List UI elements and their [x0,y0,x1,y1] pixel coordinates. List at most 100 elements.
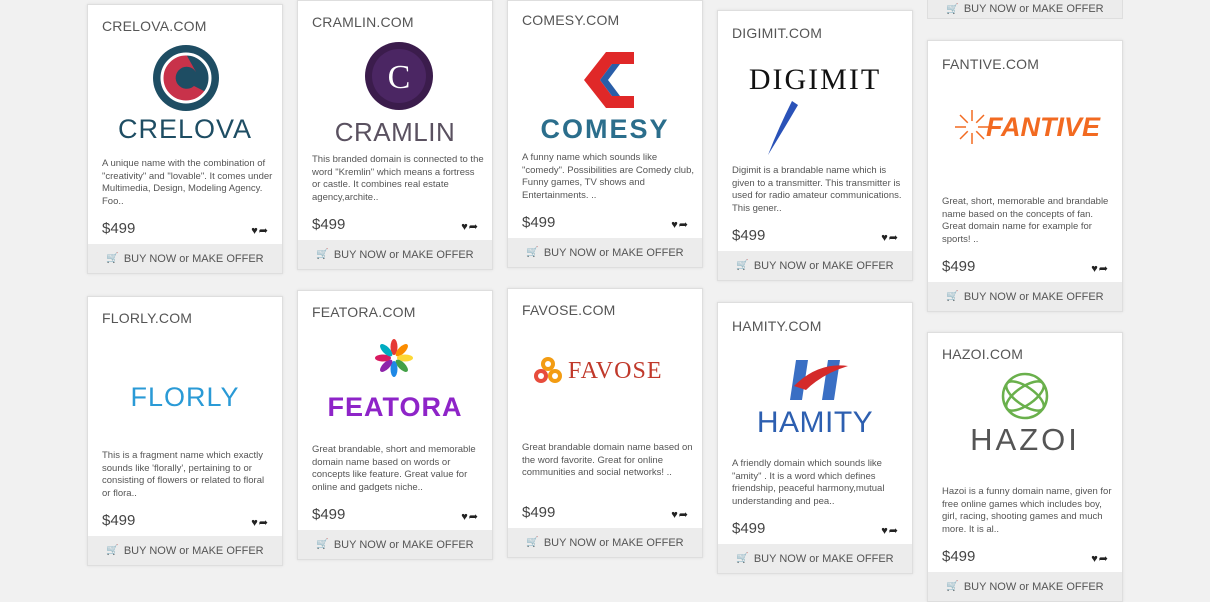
fantive-logo: FANTIVE [928,80,1122,190]
buy-button[interactable]: 🛒 BUY NOW or MAKE OFFER [508,528,702,557]
florly-logo: FLORLY [88,334,282,444]
cart-icon: 🛒 [106,253,119,264]
crelova-logo: CRELOVA [88,42,282,152]
featora-logo: FEATORA [298,328,492,438]
cart-icon: 🛒 [946,581,959,592]
price: $499 [732,227,766,244]
price: $499 [312,216,346,233]
domain-card-digimit[interactable]: DIGIMIT.COM DIGIMIT Digimit is a brandab… [717,10,913,281]
domain-title[interactable]: CRELOVA.COM [102,18,282,34]
cart-icon: 🛒 [526,247,539,258]
buy-button[interactable]: 🛒 BUY NOW or MAKE OFFER [928,572,1122,601]
heart-icon[interactable]: ♥ [1091,553,1098,565]
description: Great brandable, short and memorable dom… [312,444,476,493]
domain-card-florly[interactable]: FLORLY.COM FLORLY This is a fragment nam… [87,296,283,566]
buy-button[interactable]: 🛒 BUY NOW or MAKE OFFER [298,530,492,559]
heart-icon[interactable]: ♥ [251,225,258,237]
cart-icon: 🛒 [736,260,749,271]
domain-title[interactable]: HAZOI.COM [942,346,1122,362]
heart-icon[interactable]: ♥ [1091,263,1098,275]
buy-label: BUY NOW or MAKE OFFER [963,3,1104,15]
share-icon[interactable]: ➦ [889,525,898,537]
buy-label: BUY NOW or MAKE OFFER [123,544,264,557]
svg-text:C: C [388,59,411,96]
logo-text: HAMITY [756,406,874,439]
description: This is a fragment name which exactly so… [102,450,265,499]
heart-icon[interactable]: ♥ [461,221,468,233]
description: A friendly domain which sounds like "ami… [732,458,885,507]
domain-card-comesy[interactable]: COMESY.COM COMESY A funny name which sou… [507,0,703,268]
share-icon[interactable]: ➦ [679,219,688,231]
share-icon[interactable]: ➦ [469,221,478,233]
cart-icon: 🛒 [736,553,749,564]
heart-icon[interactable]: ♥ [881,525,888,537]
buy-label: BUY NOW or MAKE OFFER [963,580,1104,593]
domain-card-hazoi[interactable]: HAZOI.COM HAZOI Hazoi is a funny domain … [927,332,1123,602]
domain-title[interactable]: HAMITY.COM [732,318,912,334]
hamity-logo: HAMITY [718,342,912,452]
description: Digimit is a brandable name which is giv… [732,165,902,214]
heart-icon[interactable]: ♥ [671,509,678,521]
favose-logo: FAVOSE [508,326,702,436]
price: $499 [522,504,556,521]
heart-icon[interactable]: ♥ [461,511,468,523]
domain-card-cramlin[interactable]: CRAMLIN.COM C CRAMLIN This branded domai… [297,0,493,270]
cramlin-logo: C CRAMLIN [298,38,492,148]
buy-button[interactable]: 🛒 BUY NOW or MAKE OFFER [718,251,912,280]
buy-button[interactable]: 🛒 BUY NOW or MAKE OFFER [508,238,702,267]
cart-icon: 🛒 [946,3,959,15]
domain-card-crelova[interactable]: CRELOVA.COM CRELOVA A unique name with t… [87,4,283,274]
buy-label: BUY NOW or MAKE OFFER [753,259,894,272]
price: $499 [312,506,346,523]
domain-title[interactable]: FEATORA.COM [312,304,492,320]
domain-title[interactable]: FLORLY.COM [102,310,282,326]
share-icon[interactable]: ➦ [1099,263,1108,275]
buy-label: BUY NOW or MAKE OFFER [963,290,1104,303]
buy-button[interactable]: 🛒 BUY NOW or MAKE OFFER [298,240,492,269]
share-icon[interactable]: ➦ [259,517,268,529]
share-icon[interactable]: ➦ [469,511,478,523]
buy-button[interactable]: 🛒 BUY NOW or MAKE OFFER [88,536,282,565]
description: A unique name with the combination of "c… [102,158,273,207]
description: Hazoi is a funny domain name, given for … [942,486,1112,535]
share-icon[interactable]: ➦ [889,232,898,244]
cart-icon: 🛒 [106,545,119,556]
domain-title[interactable]: FANTIVE.COM [942,56,1122,72]
buy-label: BUY NOW or MAKE OFFER [753,552,894,565]
logo-text: FEATORA [327,392,463,422]
logo-text: CRELOVA [117,114,253,144]
cart-icon: 🛒 [316,249,329,260]
domain-title[interactable]: CRAMLIN.COM [312,14,492,30]
heart-icon[interactable]: ♥ [881,232,888,244]
comesy-logo: COMESY [508,36,702,146]
share-icon[interactable]: ➦ [1099,553,1108,565]
heart-icon[interactable]: ♥ [671,219,678,231]
domain-card-favose[interactable]: FAVOSE.COM FAVOSE Great brandable domain… [507,288,703,558]
share-icon[interactable]: ➦ [259,225,268,237]
logo-text: FANTIVE [985,112,1100,142]
heart-icon[interactable]: ♥ [251,517,258,529]
description: Great brandable domain name based on the… [522,442,693,478]
price: $499 [522,214,556,231]
logo-text: FAVOSE [568,358,663,384]
domain-card-featora[interactable]: FEATORA.COM FEATORA Great brandable, sho… [297,290,493,560]
domain-card-hamity[interactable]: HAMITY.COM HAMITY A friendly domain whic… [717,302,913,574]
share-icon[interactable]: ➦ [679,509,688,521]
buy-button[interactable]: 🛒 BUY NOW or MAKE OFFER [718,544,912,573]
partial-buy-button[interactable]: 🛒 BUY NOW or MAKE OFFER [927,0,1123,19]
description: This branded domain is connected to the … [312,154,484,203]
buy-label: BUY NOW or MAKE OFFER [333,248,474,261]
domain-title[interactable]: COMESY.COM [522,12,702,28]
cart-icon: 🛒 [526,537,539,548]
domain-title[interactable]: DIGIMIT.COM [732,25,912,41]
hazoi-logo: HAZOI [928,370,1122,480]
buy-button[interactable]: 🛒 BUY NOW or MAKE OFFER [88,244,282,273]
description: Great, short, memorable and brandable na… [942,196,1109,245]
domain-title[interactable]: FAVOSE.COM [522,302,702,318]
domain-card-fantive[interactable]: FANTIVE.COM FANTIVE Great, short, memora… [927,40,1123,312]
buy-label: BUY NOW or MAKE OFFER [333,538,474,551]
buy-label: BUY NOW or MAKE OFFER [123,252,264,265]
buy-button[interactable]: 🛒 BUY NOW or MAKE OFFER [928,282,1122,311]
price: $499 [102,220,136,237]
logo-text: FLORLY [130,382,240,412]
